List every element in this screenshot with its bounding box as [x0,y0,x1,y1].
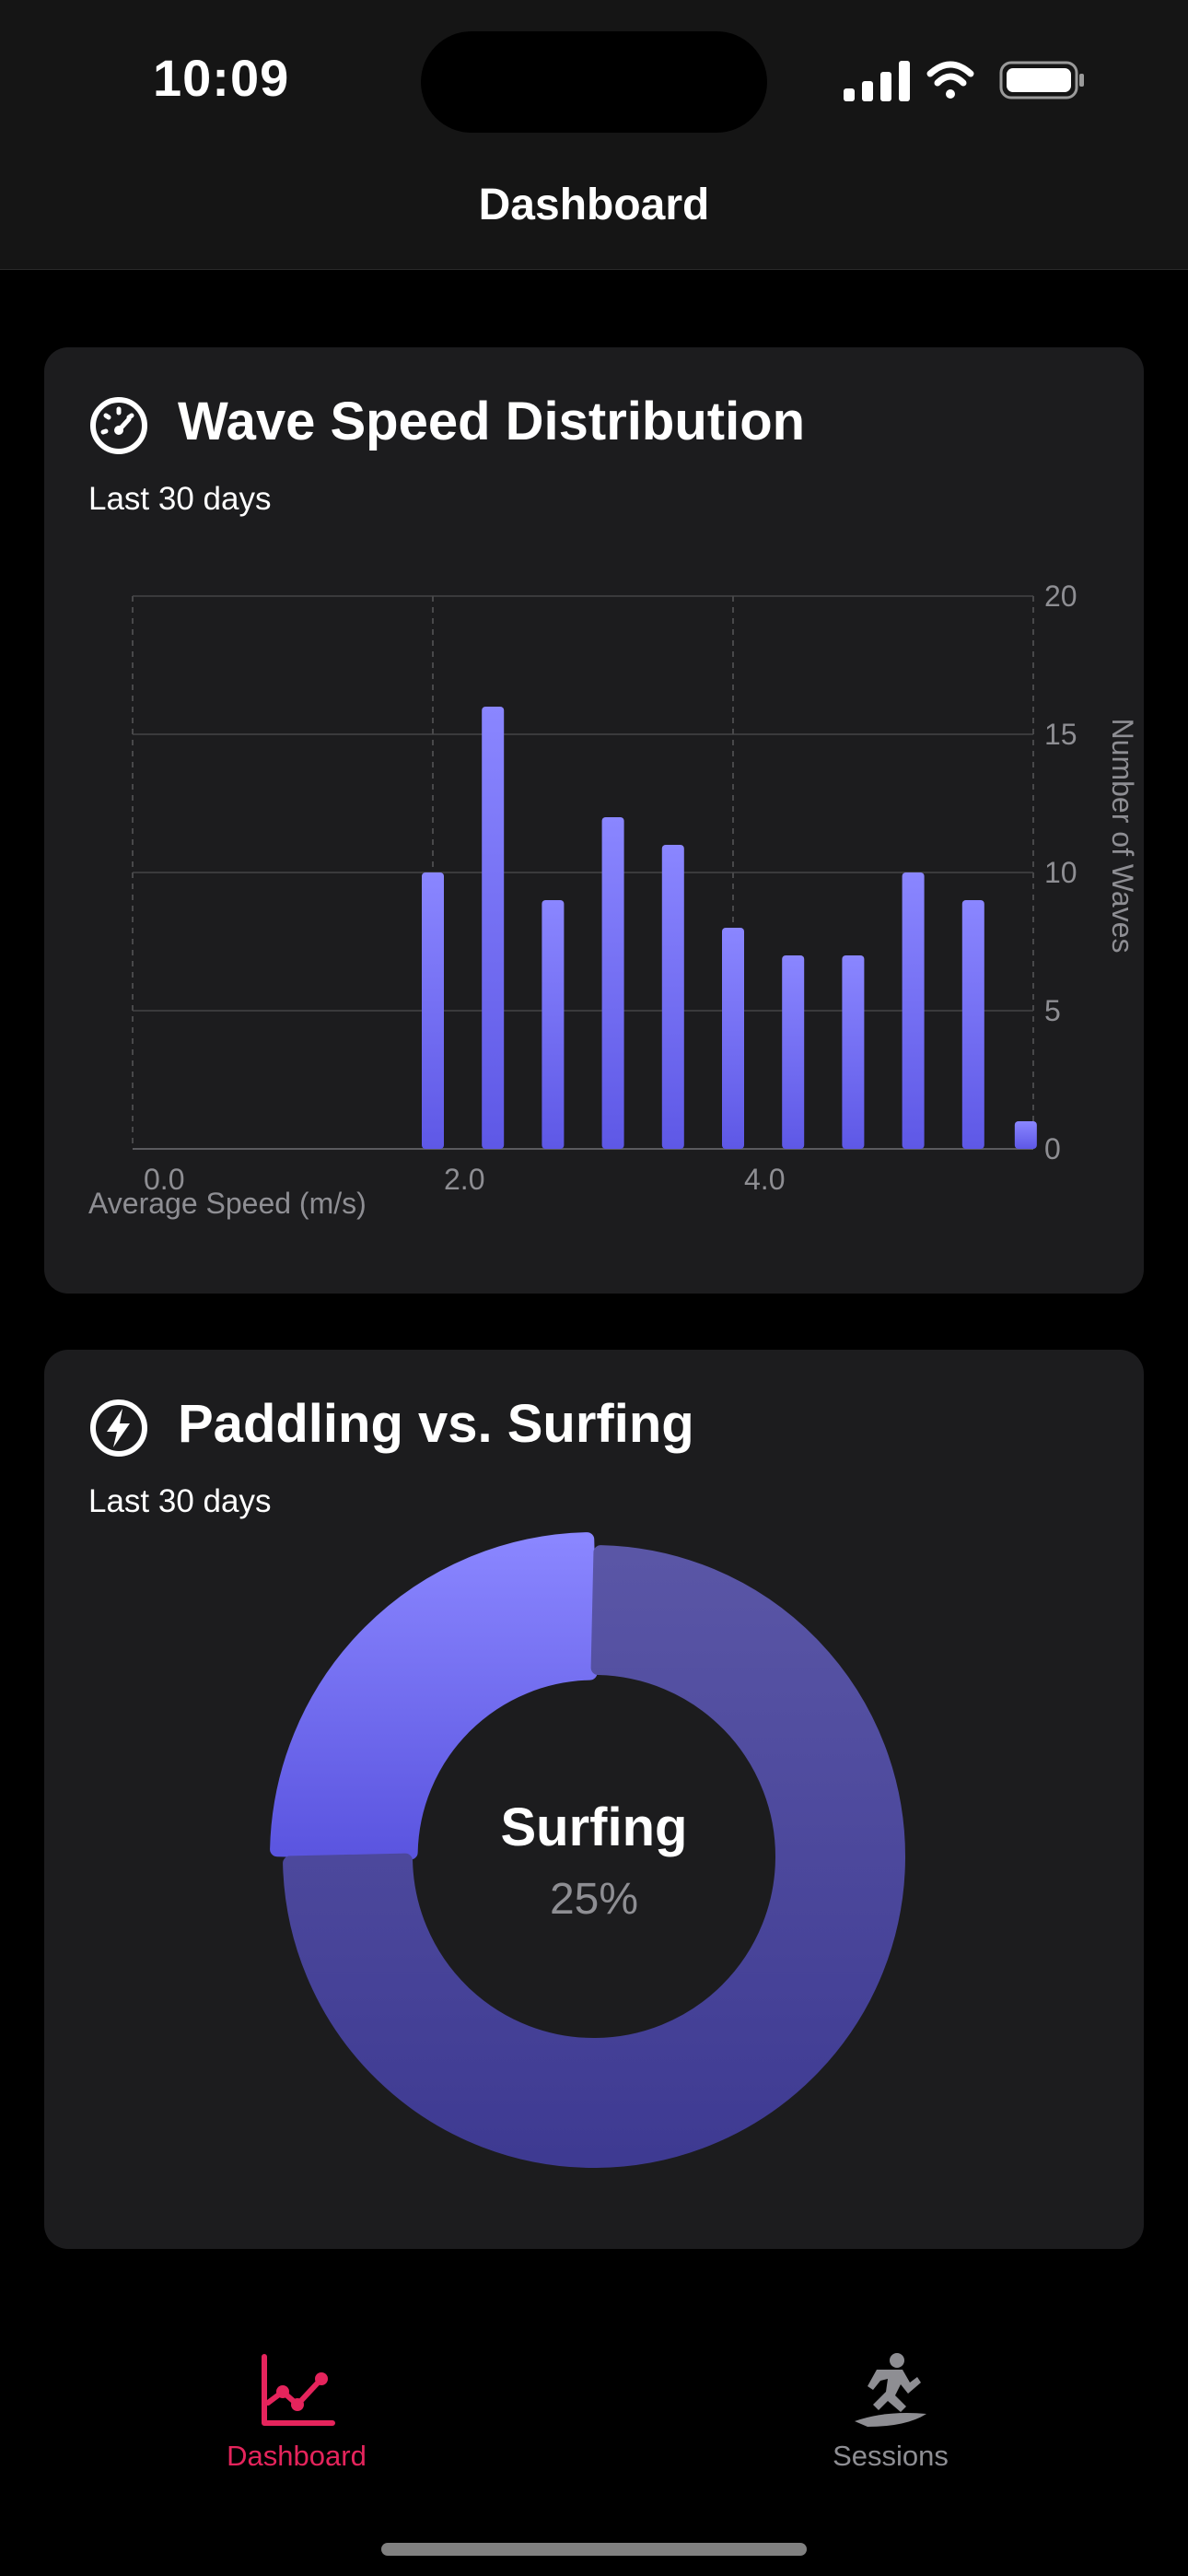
x-axis-label: Average Speed (m/s) [88,1187,367,1220]
histogram-bar [542,900,565,1149]
histogram-bar [902,872,925,1149]
y-tick-label: 0 [1044,1132,1061,1165]
histogram-bar [782,955,805,1149]
donut-center-label: Surfing [501,1797,688,1857]
card-title: Paddling vs. Surfing [178,1394,694,1454]
battery-icon [999,61,1084,100]
bolt-icon [90,1399,147,1457]
surfer-icon [855,2353,926,2427]
status-time: 10:09 [153,49,290,107]
y-tick-label: 10 [1044,856,1077,889]
top-bar: 10:09 Dashboard [0,0,1188,270]
y-tick-label: 15 [1044,718,1077,751]
histogram-bar [722,928,744,1149]
wifi-icon [926,61,974,99]
paddling-surfing-donut: Surfing 25% [44,1516,1144,2197]
x-tick-label: 2.0 [444,1163,484,1196]
card-subtitle: Last 30 days [88,1483,272,1519]
cellular-signal-icon [844,61,910,101]
dynamic-island [421,31,767,133]
paddling-card: Paddling vs. Surfing Last 30 days Surfin… [44,1350,1144,2249]
histogram-bar [961,900,984,1149]
histogram-bar [482,707,505,1149]
speedometer-icon [90,397,147,454]
tab-sessions[interactable]: Sessions [752,2349,1029,2473]
x-tick-label: 4.0 [744,1163,785,1196]
card-title: Wave Speed Distribution [178,392,806,451]
tab-label: Sessions [833,2440,949,2472]
y-axis-label: Number of Waves [1106,719,1139,954]
y-tick-label: 20 [1044,580,1077,613]
page-title: Dashboard [478,181,710,229]
tab-dashboard[interactable]: Dashboard [158,2349,435,2473]
histogram-bar [842,955,865,1149]
wave-speed-card: Wave Speed Distribution Last 30 days 0 5 1… [44,347,1144,1294]
tab-bar: Dashboard Sessions [0,2322,1188,2576]
wave-speed-histogram: 0 5 10 15 20 0.0 2.0 4.0 Number of Waves Avera… [88,559,1147,1223]
histogram-bar [422,872,444,1149]
histogram-bar [601,817,624,1149]
tab-label: Dashboard [227,2440,367,2472]
histogram-bar [1014,1121,1037,1149]
card-subtitle: Last 30 days [88,481,272,517]
y-tick-label: 5 [1044,994,1061,1027]
donut-center-value: 25% [550,1875,638,1924]
status-icons [844,61,1084,101]
chart-line-icon [262,2354,335,2426]
histogram-bar [661,845,684,1149]
home-indicator [381,2543,807,2556]
